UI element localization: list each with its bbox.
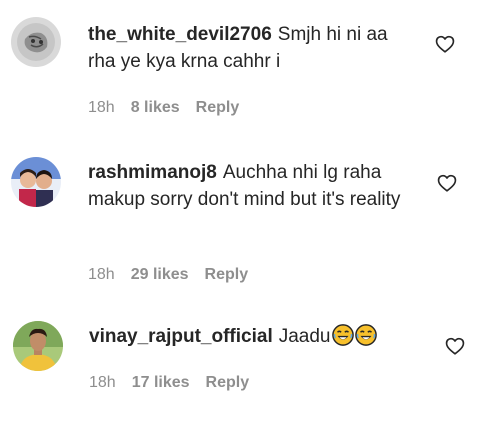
heart-icon xyxy=(437,174,457,192)
avatar[interactable] xyxy=(11,17,61,67)
comment-item: rashmimanoj8 Auchha nhi lg raha makup sor… xyxy=(0,140,488,300)
comment-time[interactable]: 18h xyxy=(88,99,115,117)
comment-likes[interactable]: 8 likes xyxy=(131,99,180,117)
comment-meta: 18h 17 likes Reply xyxy=(89,374,249,392)
heart-icon xyxy=(445,337,465,355)
comment-item: vinay_rajput_official Jaadu 18h 17 likes … xyxy=(0,305,488,441)
avatar[interactable] xyxy=(11,157,61,207)
reply-button[interactable]: Reply xyxy=(206,374,250,392)
comment-meta: 18h 29 likes Reply xyxy=(88,266,248,284)
like-button[interactable] xyxy=(436,172,458,194)
comment-meta: 18h 8 likes Reply xyxy=(88,99,239,117)
comment-likes[interactable]: 29 likes xyxy=(131,266,189,284)
comment-username[interactable]: vinay_rajput_official xyxy=(89,326,273,347)
like-button[interactable] xyxy=(444,335,466,357)
joy-emoji-icon xyxy=(331,324,354,346)
avatar-couple-icon xyxy=(11,157,61,207)
comment-body: vinay_rajput_official Jaadu xyxy=(89,323,419,350)
comment-text: Jaadu xyxy=(278,326,331,347)
reply-button[interactable]: Reply xyxy=(196,99,240,117)
comment-body: the_white_devil2706 Smjh hi ni aa rha ye … xyxy=(88,21,408,75)
comment-likes[interactable]: 17 likes xyxy=(132,374,190,392)
comment-item: the_white_devil2706 Smjh hi ni aa rha ye … xyxy=(0,0,488,140)
avatar-sketch-icon xyxy=(11,17,61,67)
heart-icon xyxy=(435,35,455,53)
avatar-person-yellow-icon xyxy=(13,321,63,371)
comment-body: rashmimanoj8 Auchha nhi lg raha makup sor… xyxy=(88,159,408,213)
reply-button[interactable]: Reply xyxy=(205,266,249,284)
comment-time[interactable]: 18h xyxy=(88,266,115,284)
comment-time[interactable]: 18h xyxy=(89,374,116,392)
comment-username[interactable]: rashmimanoj8 xyxy=(88,162,217,183)
comment-username[interactable]: the_white_devil2706 xyxy=(88,24,272,45)
joy-emoji-icon xyxy=(354,324,377,346)
like-button[interactable] xyxy=(434,33,456,55)
avatar[interactable] xyxy=(13,321,63,371)
